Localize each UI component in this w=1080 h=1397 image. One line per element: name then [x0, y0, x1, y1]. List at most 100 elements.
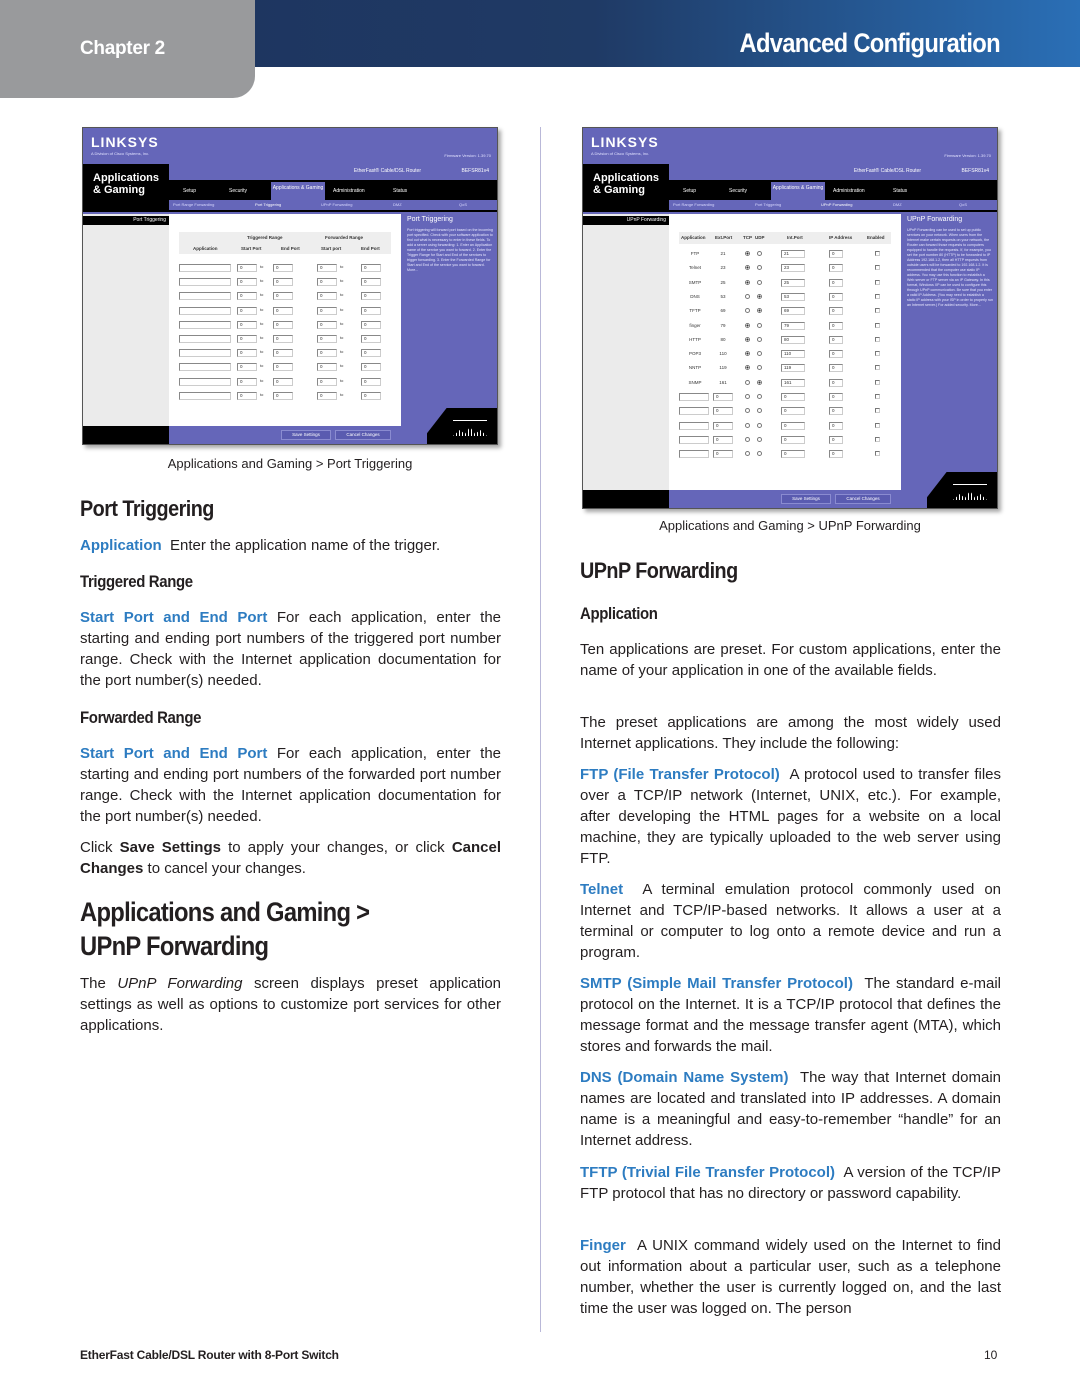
tcp-radio[interactable]	[745, 379, 750, 385]
tcp-radio[interactable]	[745, 422, 750, 428]
udp-radio[interactable]	[757, 336, 762, 342]
ip-address-input[interactable]: 0	[829, 435, 843, 444]
ip-address-input[interactable]: 0	[829, 250, 843, 258]
ext-port-input[interactable]: 0	[713, 435, 733, 444]
subtab-port-range-forwarding[interactable]: Port Range Forwarding	[173, 202, 214, 207]
subtab-dmz[interactable]: DMZ	[893, 202, 902, 207]
udp-radio[interactable]	[757, 322, 762, 328]
tab-status[interactable]: Status	[393, 188, 407, 194]
int-port-input[interactable]: 0	[781, 450, 805, 459]
trigger-end-port-input[interactable]: 0	[273, 363, 293, 372]
custom-app-input[interactable]	[679, 450, 709, 459]
cancel-changes-button[interactable]: Cancel Changes	[335, 430, 391, 440]
application-input[interactable]	[179, 264, 231, 272]
trigger-end-port-input[interactable]: 0	[273, 264, 293, 272]
ip-address-input[interactable]: 0	[829, 264, 843, 273]
application-input[interactable]	[179, 391, 231, 400]
ip-address-input[interactable]: 0	[829, 307, 843, 316]
ip-address-input[interactable]: 0	[829, 421, 843, 430]
udp-radio[interactable]	[757, 422, 762, 428]
forward-start-port-input[interactable]: 0	[317, 320, 337, 329]
enabled-checkbox[interactable]	[875, 408, 880, 414]
int-port-input[interactable]: 0	[781, 435, 805, 444]
tab-setup[interactable]: Setup	[683, 188, 696, 194]
forward-end-port-input[interactable]: 0	[361, 292, 381, 301]
forward-end-port-input[interactable]: 0	[361, 278, 381, 287]
trigger-end-port-input[interactable]: 0	[273, 292, 293, 301]
forward-start-port-input[interactable]: 0	[317, 391, 337, 400]
forward-end-port-input[interactable]: 0	[361, 391, 381, 400]
tab-applications-gaming[interactable]: Applications & Gaming	[771, 182, 825, 200]
enabled-checkbox[interactable]	[875, 394, 880, 399]
udp-radio[interactable]	[757, 451, 762, 457]
udp-radio[interactable]	[757, 436, 762, 442]
trigger-start-port-input[interactable]: 0	[237, 335, 257, 343]
forward-start-port-input[interactable]: 0	[317, 264, 337, 272]
save-settings-button[interactable]: Save Settings	[281, 430, 331, 440]
forward-start-port-input[interactable]: 0	[317, 278, 337, 287]
forward-start-port-input[interactable]: 0	[317, 292, 337, 301]
int-port-input[interactable]: 23	[781, 264, 805, 273]
int-port-input[interactable]: 110	[781, 350, 805, 359]
trigger-end-port-input[interactable]: 0	[273, 377, 293, 386]
forward-start-port-input[interactable]: 0	[317, 377, 337, 386]
tab-administration[interactable]: Administration	[833, 188, 865, 194]
trigger-start-port-input[interactable]: 0	[237, 391, 257, 400]
save-settings-button[interactable]: Save Settings	[781, 494, 831, 504]
application-input[interactable]	[179, 335, 231, 343]
ip-address-input[interactable]: 0	[829, 335, 843, 344]
udp-radio[interactable]	[757, 394, 762, 399]
subtab-dmz[interactable]: DMZ	[393, 202, 402, 207]
forward-end-port-input[interactable]: 0	[361, 320, 381, 329]
udp-radio[interactable]	[757, 308, 762, 314]
trigger-end-port-input[interactable]: 0	[273, 349, 293, 358]
tab-setup[interactable]: Setup	[183, 188, 196, 194]
forward-end-port-input[interactable]: 0	[361, 306, 381, 315]
cancel-changes-button[interactable]: Cancel Changes	[835, 494, 891, 504]
ext-port-input[interactable]: 0	[713, 393, 733, 401]
tcp-radio[interactable]	[745, 365, 750, 371]
udp-radio[interactable]	[757, 251, 762, 256]
ip-address-input[interactable]: 0	[829, 393, 843, 401]
int-port-input[interactable]: 80	[781, 335, 805, 344]
application-input[interactable]	[179, 349, 231, 358]
ip-address-input[interactable]: 0	[829, 450, 843, 459]
forward-end-port-input[interactable]: 0	[361, 335, 381, 343]
forward-start-port-input[interactable]: 0	[317, 349, 337, 358]
ext-port-input[interactable]: 0	[713, 450, 733, 459]
tcp-radio[interactable]	[745, 265, 750, 271]
int-port-input[interactable]: 161	[781, 378, 805, 387]
enabled-checkbox[interactable]	[875, 336, 880, 342]
tcp-radio[interactable]	[745, 351, 750, 357]
trigger-start-port-input[interactable]: 0	[237, 349, 257, 358]
int-port-input[interactable]: 53	[781, 292, 805, 301]
int-port-input[interactable]: 79	[781, 321, 805, 330]
int-port-input[interactable]: 0	[781, 407, 805, 416]
forward-end-port-input[interactable]: 0	[361, 377, 381, 386]
ext-port-input[interactable]: 0	[713, 421, 733, 430]
enabled-checkbox[interactable]	[875, 293, 880, 299]
tab-security[interactable]: Security	[229, 188, 247, 194]
forward-start-port-input[interactable]: 0	[317, 335, 337, 343]
custom-app-input[interactable]	[679, 393, 709, 401]
application-input[interactable]	[179, 306, 231, 315]
tcp-radio[interactable]	[745, 322, 750, 328]
enabled-checkbox[interactable]	[875, 436, 880, 442]
ip-address-input[interactable]: 0	[829, 292, 843, 301]
subtab-port-range-forwarding[interactable]: Port Range Forwarding	[673, 202, 714, 207]
ip-address-input[interactable]: 0	[829, 407, 843, 416]
custom-app-input[interactable]	[679, 421, 709, 430]
ip-address-input[interactable]: 0	[829, 378, 843, 387]
trigger-start-port-input[interactable]: 0	[237, 264, 257, 272]
tcp-radio[interactable]	[745, 408, 750, 414]
application-input[interactable]	[179, 292, 231, 301]
enabled-checkbox[interactable]	[875, 308, 880, 314]
application-input[interactable]	[179, 377, 231, 386]
tcp-radio[interactable]	[745, 279, 750, 285]
trigger-start-port-input[interactable]: 0	[237, 320, 257, 329]
enabled-checkbox[interactable]	[875, 379, 880, 385]
udp-radio[interactable]	[757, 265, 762, 271]
enabled-checkbox[interactable]	[875, 451, 880, 457]
tcp-radio[interactable]	[745, 293, 750, 299]
custom-app-input[interactable]	[679, 435, 709, 444]
